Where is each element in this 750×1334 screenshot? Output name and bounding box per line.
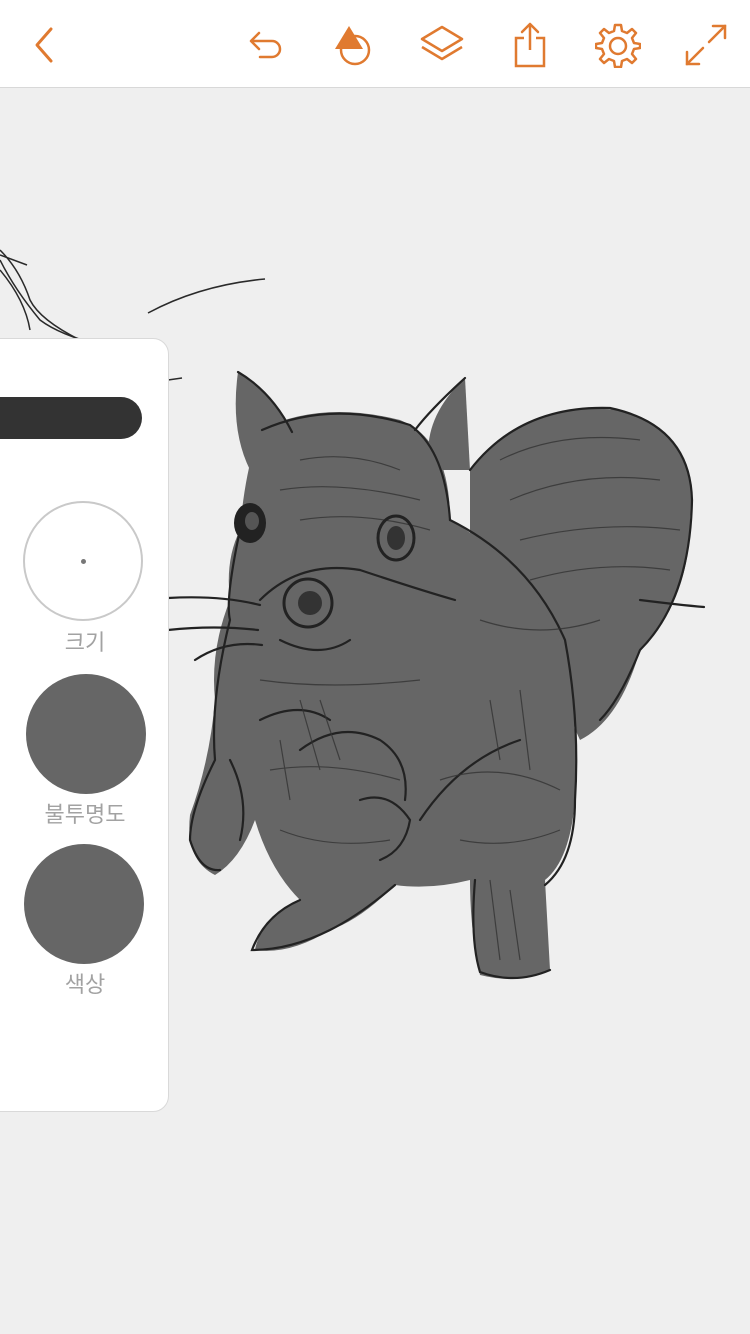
back-button[interactable] bbox=[16, 17, 72, 73]
gear-icon bbox=[595, 23, 641, 68]
shape-brush-button[interactable] bbox=[324, 17, 380, 73]
layers-icon bbox=[420, 25, 464, 61]
size-control[interactable] bbox=[23, 501, 143, 621]
share-icon bbox=[514, 22, 546, 68]
back-chevron-icon bbox=[35, 27, 53, 63]
settings-button[interactable] bbox=[590, 17, 646, 73]
shape-brush-icon bbox=[335, 26, 371, 66]
size-preview-dot bbox=[81, 559, 86, 564]
undo-button[interactable] bbox=[238, 17, 294, 73]
fullscreen-button[interactable] bbox=[678, 17, 734, 73]
share-button[interactable] bbox=[502, 17, 558, 73]
opacity-label: 불투명도 bbox=[44, 803, 126, 828]
top-toolbar bbox=[0, 0, 750, 88]
color-label: 색상 bbox=[64, 973, 106, 998]
opacity-control[interactable] bbox=[26, 674, 146, 794]
fullscreen-icon bbox=[685, 24, 727, 66]
layers-button[interactable] bbox=[414, 17, 470, 73]
brush-slider[interactable] bbox=[0, 397, 142, 439]
color-control[interactable] bbox=[24, 844, 144, 964]
size-label: 크기 bbox=[64, 631, 106, 656]
undo-icon bbox=[249, 31, 282, 59]
